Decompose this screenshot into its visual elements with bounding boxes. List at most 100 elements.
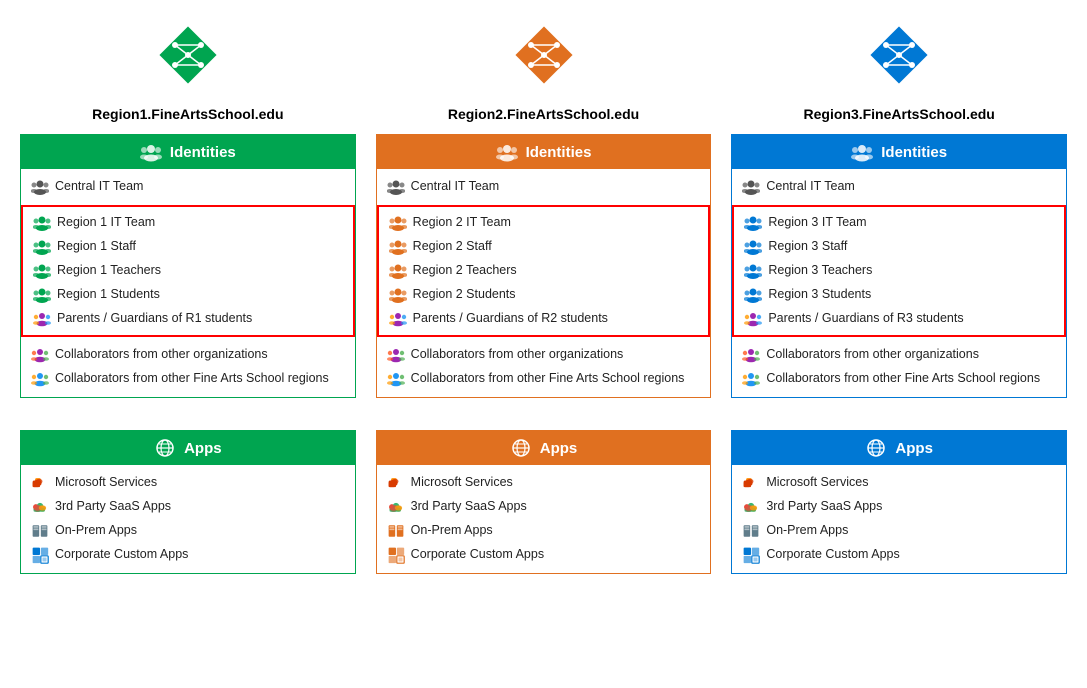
- list-item: Region 2 Staff: [389, 235, 699, 259]
- list-item: On-Prem Apps: [742, 519, 1056, 543]
- app-icon: [742, 522, 760, 540]
- group-icon: [389, 262, 407, 280]
- main-container: Region1.FineArtsSchool.edu Identities Ce…: [20, 20, 1067, 574]
- list-item: Parents / Guardians of R3 students: [744, 307, 1054, 331]
- group-icon: [387, 346, 405, 364]
- app-icon: [31, 474, 49, 492]
- list-item: Parents / Guardians of R1 students: [33, 307, 343, 331]
- app-icon: [387, 522, 405, 540]
- group-icon: [33, 214, 51, 232]
- group-icon: [389, 310, 407, 328]
- list-item: Corporate Custom Apps: [387, 543, 701, 567]
- logo-region1: [153, 20, 223, 90]
- apps-card-region1: Apps Microsoft Services 3rd Party SaaS A…: [20, 430, 356, 574]
- app-icon: [31, 522, 49, 540]
- list-item: Collaborators from other Fine Arts Schoo…: [31, 367, 345, 391]
- group-icon: [744, 286, 762, 304]
- list-item: Central IT Team: [387, 175, 701, 199]
- list-item: Region 2 IT Team: [389, 211, 699, 235]
- list-item: On-Prem Apps: [387, 519, 701, 543]
- group-icon: [389, 214, 407, 232]
- identities-card-region3: Identities Central IT Team Region 3 IT T…: [731, 134, 1067, 398]
- list-item: Region 3 Teachers: [744, 259, 1054, 283]
- group-icon: [33, 286, 51, 304]
- list-item: Collaborators from other organizations: [31, 343, 345, 367]
- group-icon: [31, 178, 49, 196]
- column-region2: Region2.FineArtsSchool.edu Identities Ce…: [376, 20, 712, 574]
- list-item: Collaborators from other Fine Arts Schoo…: [387, 367, 701, 391]
- list-item: Collaborators from other organizations: [742, 343, 1056, 367]
- list-item: Region 3 IT Team: [744, 211, 1054, 235]
- identities-body-region3: Central IT Team: [732, 169, 1066, 205]
- column-region1: Region1.FineArtsSchool.edu Identities Ce…: [20, 20, 356, 574]
- group-icon: [31, 346, 49, 364]
- list-item: Region 2 Students: [389, 283, 699, 307]
- list-item: 3rd Party SaaS Apps: [387, 495, 701, 519]
- group-icon: [33, 262, 51, 280]
- identities-card-region2: Identities Central IT Team Region 2 IT T…: [376, 134, 712, 398]
- list-item: Region 1 IT Team: [33, 211, 343, 235]
- identities-header-region1: Identities: [21, 135, 355, 169]
- list-item: Corporate Custom Apps: [31, 543, 345, 567]
- list-item: Corporate Custom Apps: [742, 543, 1056, 567]
- list-item: Central IT Team: [742, 175, 1056, 199]
- identities-body-region2: Central IT Team: [377, 169, 711, 205]
- list-item: Region 1 Teachers: [33, 259, 343, 283]
- group-icon: [742, 370, 760, 388]
- group-icon: [389, 286, 407, 304]
- app-icon: [31, 546, 49, 564]
- list-item: Region 2 Teachers: [389, 259, 699, 283]
- highlight-section-region2: Region 2 IT Team Region 2 Staff Region 2…: [377, 205, 711, 337]
- logo-region2: [509, 20, 579, 90]
- group-icon: [33, 238, 51, 256]
- apps-card-region3: Apps Microsoft Services 3rd Party SaaS A…: [731, 430, 1067, 574]
- list-item: Region 1 Staff: [33, 235, 343, 259]
- identities-body-region1: Central IT Team: [21, 169, 355, 205]
- list-item: Region 1 Students: [33, 283, 343, 307]
- app-icon: [31, 498, 49, 516]
- list-item: Microsoft Services: [31, 471, 345, 495]
- list-item: Central IT Team: [31, 175, 345, 199]
- apps-header-region3: Apps: [732, 431, 1066, 465]
- group-icon: [744, 310, 762, 328]
- domain-title-region3: Region3.FineArtsSchool.edu: [804, 106, 995, 122]
- highlight-section-region1: Region 1 IT Team Region 1 Staff Region 1…: [21, 205, 355, 337]
- identities-header-region3: Identities: [732, 135, 1066, 169]
- app-icon: [387, 498, 405, 516]
- apps-card-region2: Apps Microsoft Services 3rd Party SaaS A…: [376, 430, 712, 574]
- app-icon: [742, 498, 760, 516]
- group-icon: [742, 346, 760, 364]
- group-icon: [744, 214, 762, 232]
- group-icon: [387, 370, 405, 388]
- identities-header-region2: Identities: [377, 135, 711, 169]
- list-item: Microsoft Services: [387, 471, 701, 495]
- group-icon: [742, 178, 760, 196]
- list-item: Parents / Guardians of R2 students: [389, 307, 699, 331]
- list-item: Collaborators from other organizations: [387, 343, 701, 367]
- group-icon: [387, 178, 405, 196]
- column-region3: Region3.FineArtsSchool.edu Identities Ce…: [731, 20, 1067, 574]
- group-icon: [31, 370, 49, 388]
- identities-card-region1: Identities Central IT Team Region 1 IT T…: [20, 134, 356, 398]
- logo-region3: [864, 20, 934, 90]
- apps-header-region2: Apps: [377, 431, 711, 465]
- list-item: Region 3 Staff: [744, 235, 1054, 259]
- list-item: 3rd Party SaaS Apps: [31, 495, 345, 519]
- domain-title-region2: Region2.FineArtsSchool.edu: [448, 106, 639, 122]
- app-icon: [742, 474, 760, 492]
- domain-title-region1: Region1.FineArtsSchool.edu: [92, 106, 283, 122]
- app-icon: [742, 546, 760, 564]
- list-item: Region 3 Students: [744, 283, 1054, 307]
- group-icon: [389, 238, 407, 256]
- app-icon: [387, 474, 405, 492]
- apps-header-region1: Apps: [21, 431, 355, 465]
- list-item: Collaborators from other Fine Arts Schoo…: [742, 367, 1056, 391]
- list-item: On-Prem Apps: [31, 519, 345, 543]
- group-icon: [33, 310, 51, 328]
- highlight-section-region3: Region 3 IT Team Region 3 Staff Region 3…: [732, 205, 1066, 337]
- group-icon: [744, 238, 762, 256]
- app-icon: [387, 546, 405, 564]
- group-icon: [744, 262, 762, 280]
- list-item: Microsoft Services: [742, 471, 1056, 495]
- list-item: 3rd Party SaaS Apps: [742, 495, 1056, 519]
